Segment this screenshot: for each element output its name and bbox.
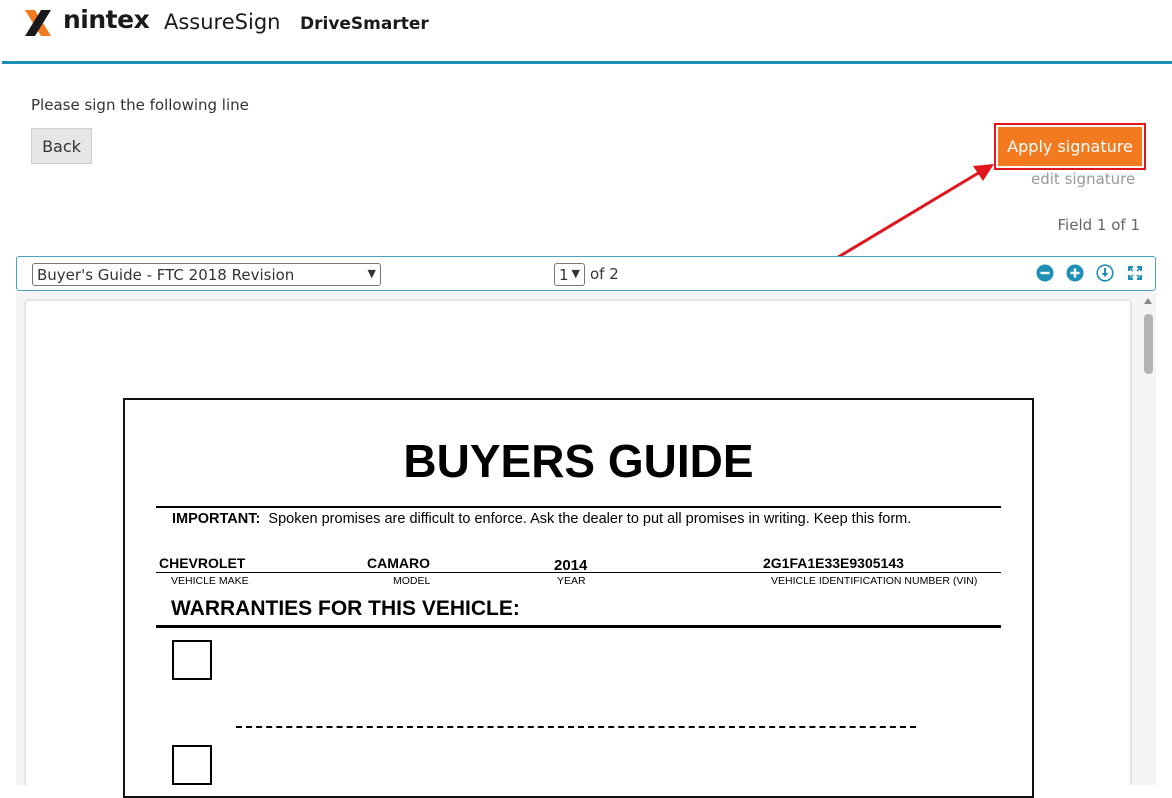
- signing-instruction: Please sign the following line: [31, 96, 249, 114]
- field-counter: Field 1 of 1: [1057, 216, 1140, 234]
- chevron-down-icon: ▼: [571, 267, 580, 280]
- vehicle-rule: [156, 572, 1001, 573]
- brand-assuresign: AssureSign: [164, 10, 281, 34]
- edit-signature-link[interactable]: edit signature: [1031, 170, 1135, 188]
- chevron-down-icon: ▼: [367, 267, 376, 280]
- page-select-value: 1: [559, 265, 569, 284]
- app-header: nintex AssureSign DriveSmarter: [0, 0, 1172, 64]
- warranties-rule: [156, 625, 1001, 628]
- download-icon[interactable]: [1096, 264, 1114, 282]
- vehicle-year-label: YEAR: [557, 575, 586, 587]
- page-select[interactable]: 1 ▼: [554, 263, 585, 286]
- warranties-heading: WARRANTIES FOR THIS VEHICLE:: [171, 597, 520, 620]
- document-title: BUYERS GUIDE: [403, 435, 754, 487]
- vehicle-make-label: VEHICLE MAKE: [171, 575, 249, 587]
- nintex-logo-icon: [25, 10, 51, 36]
- vehicle-vin: 2G1FA1E33E9305143: [763, 555, 904, 571]
- page-total: of 2: [590, 265, 619, 283]
- vehicle-vin-label: VEHICLE IDENTIFICATION NUMBER (VIN): [771, 575, 978, 587]
- vehicle-model-label: MODEL: [393, 575, 431, 587]
- scroll-up-arrow[interactable]: [1144, 298, 1152, 304]
- important-notice: IMPORTANT: Spoken promises are difficult…: [172, 511, 911, 527]
- header-divider: [2, 61, 1172, 64]
- scrollbar-thumb[interactable]: [1144, 314, 1153, 374]
- important-label: IMPORTANT:: [172, 511, 261, 527]
- back-button[interactable]: Back: [31, 128, 92, 164]
- apply-signature-button[interactable]: Apply signature: [998, 127, 1142, 166]
- brand-client-name: DriveSmarter: [300, 14, 429, 34]
- important-text: Spoken promises are difficult to enforce…: [268, 511, 912, 527]
- zoom-out-icon[interactable]: [1036, 264, 1054, 282]
- brand-nintex: nintex: [63, 5, 150, 34]
- warranty-checkbox-as-is: [172, 640, 212, 680]
- dashed-separator: [236, 726, 916, 728]
- fullscreen-icon[interactable]: [1126, 264, 1144, 282]
- warranty-checkbox-dealer: [172, 745, 212, 785]
- document-select-value: Buyer's Guide - FTC 2018 Revision: [37, 265, 295, 284]
- vehicle-make: CHEVROLET: [159, 555, 246, 571]
- vehicle-model: CAMARO: [367, 555, 430, 571]
- title-rule: [156, 506, 1001, 508]
- zoom-in-icon[interactable]: [1066, 264, 1084, 282]
- document-select[interactable]: Buyer's Guide - FTC 2018 Revision ▼: [32, 263, 381, 286]
